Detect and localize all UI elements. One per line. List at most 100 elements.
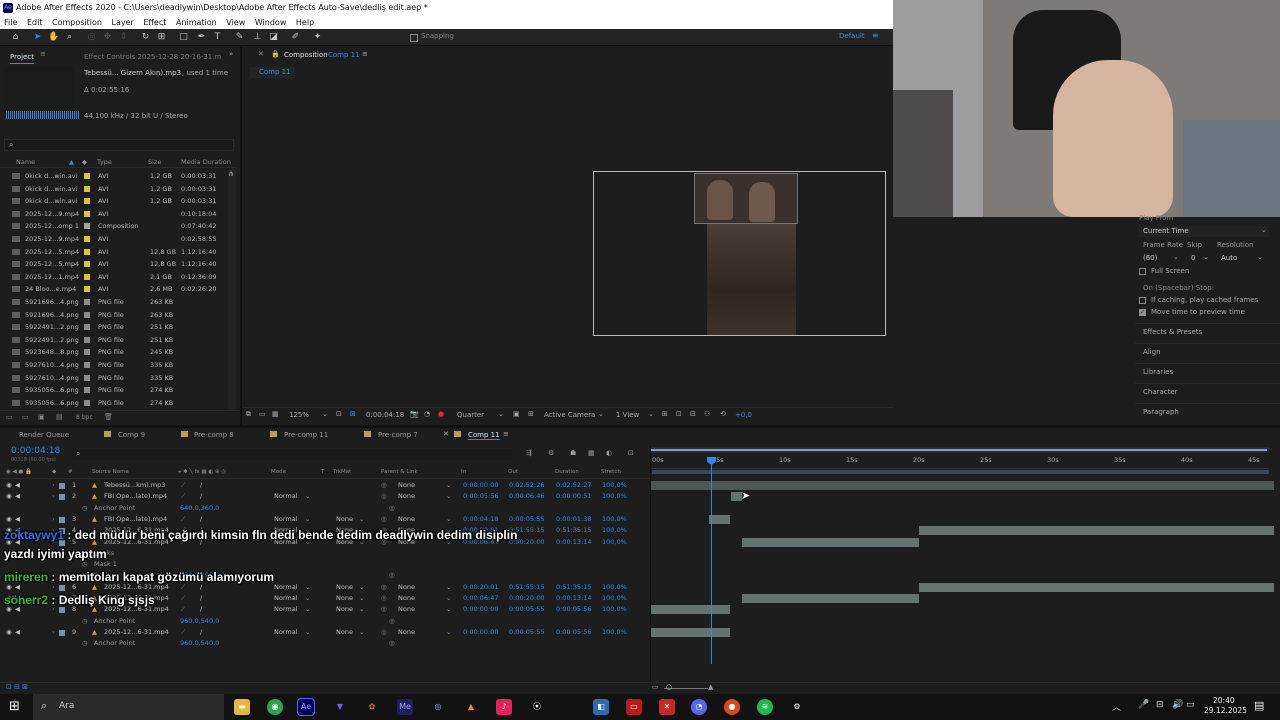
quality-switch-icon[interactable]: / (200, 627, 202, 638)
clone-stamp-tool-icon[interactable]: ⊥ (252, 32, 263, 43)
menu-edit[interactable]: Edit (27, 18, 43, 27)
project-item-row[interactable]: 5927610...4.png PNG file 335 KB (0, 359, 236, 372)
move-time-checkbox[interactable]: ✓ (1139, 309, 1146, 316)
pixel-aspect-icon[interactable]: ▭ (259, 410, 266, 418)
play-from-select[interactable]: Current Time (1139, 226, 1269, 237)
type-tool-icon[interactable]: T (212, 32, 223, 43)
orbit-tool-icon[interactable]: ◎ (86, 32, 97, 43)
layer-duration-bar[interactable] (741, 594, 919, 603)
label-color-swatch[interactable] (84, 236, 90, 242)
project-item-row[interactable]: 5923648...8.png PNG file 245 KB (0, 346, 236, 359)
label-color-swatch[interactable] (84, 349, 90, 356)
show-hidden-icons-icon[interactable]: ︿ (1112, 700, 1121, 713)
trkmat-chevron-icon[interactable]: ⌄ (359, 627, 364, 638)
parent-pickwhip-icon[interactable]: ◎ (381, 514, 387, 525)
label-color-swatch[interactable] (84, 286, 90, 293)
layer-out-time[interactable]: 0:51:55:15 (509, 582, 545, 593)
property-value[interactable]: 960,0,540,0 (180, 638, 219, 649)
app-circle-icon[interactable]: ◎ (430, 699, 446, 715)
project-item-row[interactable]: 2025-12...5.mp4 AVI 12,8 GB 1:12:16:40 (0, 258, 236, 271)
shy-switch-icon[interactable]: ⟋ (181, 604, 186, 615)
app-window-icon[interactable]: ◧ (593, 699, 609, 715)
clock-date[interactable]: 29.12.2025 (1204, 706, 1247, 715)
layer-stretch[interactable]: 100,0% (602, 514, 627, 525)
layer-duration[interactable]: 0:00:05:56 (556, 627, 592, 638)
parent-pickwhip-icon[interactable]: ◎ (381, 627, 387, 638)
layer-duration-bar[interactable] (651, 627, 731, 637)
skip-chevron-icon[interactable]: ⌄ (1203, 253, 1209, 261)
transparency-grid-icon[interactable]: ⊞ (528, 410, 534, 418)
layer-in-time[interactable]: 0:00:20:01 (463, 582, 499, 593)
parent-pickwhip-icon[interactable]: ◎ (381, 593, 387, 604)
play-from-chevron-icon[interactable]: ⌄ (1261, 226, 1267, 234)
current-time-display[interactable]: 0:00:04:18 (366, 411, 404, 419)
workspace-default[interactable]: Default (839, 32, 865, 40)
grid-overlay-icon[interactable]: ▦ (272, 410, 279, 418)
fast-previews-icon[interactable]: ⊡ (676, 410, 682, 418)
menu-help[interactable]: Help (296, 18, 314, 27)
parent-chevron-icon[interactable]: ⌄ (446, 627, 451, 638)
menu-view[interactable]: View (226, 18, 245, 27)
parent-chevron-icon[interactable]: ⌄ (446, 514, 451, 525)
parent-pickwhip-icon[interactable]: ◎ (381, 491, 387, 502)
col-media-duration[interactable]: Media Duration (181, 158, 231, 166)
layer-source-name[interactable]: FBI Ope...late).mp4 (104, 491, 167, 502)
parent-select[interactable]: None (398, 514, 415, 525)
project-item-row[interactable]: 2025-12...9.mp4 AVI 0:02:58:55 (0, 233, 236, 246)
quality-switch-icon[interactable]: / (200, 593, 202, 604)
layer-in-time[interactable]: 0:00:00:00 (463, 480, 499, 491)
col-name[interactable]: Name (16, 158, 35, 166)
expression-pickwhip-icon[interactable]: ◎ (389, 638, 395, 649)
eraser-tool-icon[interactable]: ◪ (268, 32, 279, 43)
parent-select[interactable]: None (398, 593, 415, 604)
video-visibility-icon[interactable]: ◉ (6, 480, 12, 491)
tab-effect-controls[interactable]: Effect Controls 2025-12-28 20-16-31.m (84, 50, 221, 64)
app-dots-icon[interactable]: ⦿ (529, 699, 545, 715)
spotify-icon[interactable]: ≋ (757, 699, 773, 715)
shy-switch-icon[interactable]: ⟋ (181, 491, 186, 502)
exposure-value[interactable]: +0,0 (735, 411, 752, 419)
proton-vpn-icon[interactable]: ▼ (332, 699, 348, 715)
app-icon[interactable]: ✿ (364, 699, 380, 715)
panel-character[interactable]: Character (1143, 388, 1178, 396)
resolution-select[interactable]: Quarter (457, 411, 484, 419)
windows-start-icon[interactable]: ⊞ (9, 699, 20, 714)
camera-chevron-icon[interactable]: ⌄ (598, 410, 604, 418)
time-navigator-range[interactable] (651, 449, 1267, 451)
trkmat-chevron-icon[interactable]: ⌄ (359, 593, 364, 604)
menu-animation[interactable]: Animation (176, 18, 217, 27)
region-of-interest-icon[interactable]: ▣ (513, 410, 520, 418)
layer-row[interactable]: ◉ ◀ › 1 ▲ Tebessü...km).mp3 ⟋ / ◎ None ⌄ 0:00:00:00… (0, 480, 650, 491)
audio-toggle-icon[interactable]: ◀ (15, 491, 20, 502)
draft-3d-icon[interactable]: ⚙ (548, 449, 554, 457)
label-color-swatch[interactable] (84, 173, 90, 179)
project-item-row[interactable]: 2025-12...5.mp4 AVI 12,8 GB 1:12:16:40 (0, 246, 236, 259)
parent-chevron-icon[interactable]: ⌄ (446, 593, 451, 604)
panel-libraries[interactable]: Libraries (1143, 368, 1173, 376)
parent-select[interactable]: None (398, 582, 415, 593)
layer-out-time[interactable]: 0:00:20:00 (509, 593, 545, 604)
new-folder-icon[interactable]: ▭ (22, 413, 29, 421)
video-visibility-icon[interactable]: ◉ (6, 491, 12, 502)
label-color-swatch[interactable] (84, 248, 90, 255)
parent-select[interactable]: None (398, 480, 415, 491)
project-item-row[interactable]: 2025-12...1.mp4 AVI 2,1 GB 0:12:36:09 (0, 271, 236, 284)
label-color-swatch[interactable] (84, 387, 90, 394)
timeline-current-time[interactable]: 0:00:04:18 (11, 446, 60, 456)
col-mode[interactable]: Mode (271, 469, 286, 475)
trkmat-select[interactable]: None (336, 582, 353, 593)
frame-blending-icon[interactable]: ▦ (588, 449, 595, 457)
home-icon[interactable]: ⌂ (10, 32, 21, 43)
expression-pickwhip-icon[interactable]: ◎ (389, 616, 395, 627)
color-channels-icon[interactable]: ● (438, 410, 444, 418)
shy-switch-icon[interactable]: ⟋ (181, 627, 186, 638)
label-color-swatch[interactable] (84, 362, 90, 368)
parent-select[interactable]: None (398, 491, 415, 502)
resolution-chevron-icon[interactable]: ⌄ (498, 410, 504, 418)
layer-row[interactable]: ◉ ◀ › 3 ▲ FBI Ope...late).mp4 ⟋ / Normal ⌄ None ⌄ ◎ N… (0, 514, 650, 525)
label-color-swatch[interactable] (84, 299, 90, 305)
label-color-swatch[interactable] (84, 399, 90, 406)
label-color-swatch[interactable] (84, 223, 90, 230)
snapshot-icon[interactable]: 📷 (410, 410, 419, 418)
label-color-swatch[interactable] (84, 198, 90, 205)
